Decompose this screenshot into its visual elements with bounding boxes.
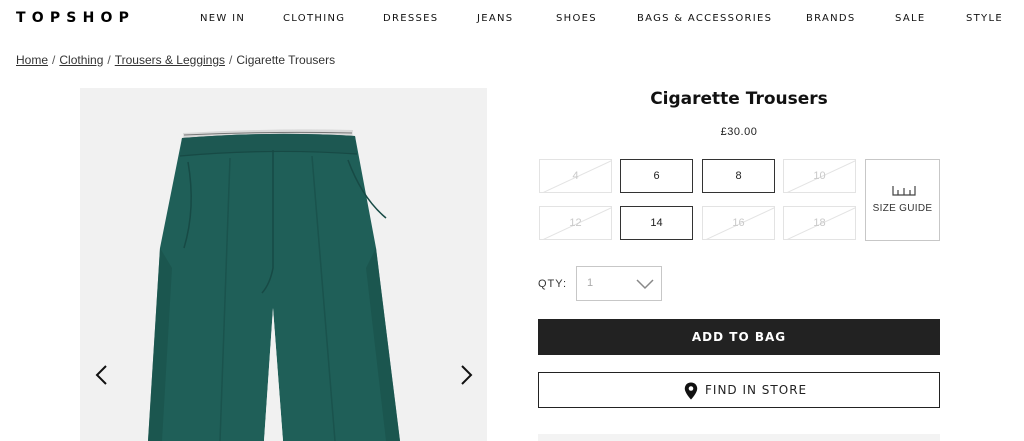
size-option-14[interactable]: 14 <box>620 206 693 240</box>
size-label: 16 <box>732 217 745 229</box>
topshop-logo[interactable]: TOPSHOP <box>16 10 135 26</box>
product-price: £30.00 <box>720 126 758 138</box>
add-to-bag-button[interactable]: ADD TO BAG <box>538 319 940 355</box>
nav-item-jeans[interactable]: JEANS <box>477 13 513 24</box>
ruler-icon <box>892 186 916 196</box>
gallery-next-button[interactable] <box>453 363 477 387</box>
location-pin-icon <box>684 382 698 400</box>
gallery-prev-button[interactable] <box>91 363 115 387</box>
chevron-down-icon <box>636 279 654 290</box>
product-title: Cigarette Trousers <box>650 89 828 109</box>
size-label: 8 <box>735 170 742 182</box>
breadcrumb-separator: / <box>107 53 111 67</box>
size-label: 14 <box>650 217 663 229</box>
size-label: 18 <box>813 217 826 229</box>
breadcrumb-current: Cigarette Trousers <box>236 53 336 67</box>
info-panel-strip <box>538 434 940 441</box>
size-label: 4 <box>572 170 579 182</box>
size-label: 12 <box>569 217 582 229</box>
size-option-6[interactable]: 6 <box>620 159 693 193</box>
chevron-left-icon <box>95 365 107 385</box>
nav-item-sale[interactable]: SALE <box>895 13 925 24</box>
nav-item-new-in[interactable]: NEW IN <box>200 13 245 24</box>
size-option-10: 10 <box>783 159 856 193</box>
size-option-4: 4 <box>539 159 612 193</box>
size-guide-label: SIZE GUIDE <box>872 203 933 214</box>
size-guide-button[interactable]: SIZE GUIDE <box>865 159 940 241</box>
breadcrumb-separator: / <box>52 53 56 67</box>
top-navigation: TOPSHOP NEW IN CLOTHING DRESSES JEANS SH… <box>0 0 1024 38</box>
product-image-gallery[interactable] <box>80 88 487 441</box>
size-label: 6 <box>653 170 660 182</box>
qty-value: 1 <box>587 277 594 289</box>
breadcrumb: Home / Clothing / Trousers & Leggings / Cigare… <box>16 53 335 67</box>
size-option-8[interactable]: 8 <box>702 159 775 193</box>
nav-item-bags-accessories[interactable]: BAGS & ACCESSORIES <box>637 13 772 24</box>
breadcrumb-clothing[interactable]: Clothing <box>59 53 103 67</box>
find-in-store-label: FIND IN STORE <box>705 383 808 397</box>
nav-item-dresses[interactable]: DRESSES <box>383 13 438 24</box>
breadcrumb-home[interactable]: Home <box>16 53 48 67</box>
nav-item-brands[interactable]: BRANDS <box>806 13 856 24</box>
nav-item-style[interactable]: STYLE <box>966 13 1003 24</box>
size-option-18: 18 <box>783 206 856 240</box>
find-in-store-button[interactable]: FIND IN STORE <box>538 372 940 408</box>
size-label: 10 <box>813 170 826 182</box>
product-image-trousers <box>148 129 400 441</box>
nav-item-clothing[interactable]: CLOTHING <box>283 13 345 24</box>
breadcrumb-trousers-leggings[interactable]: Trousers & Leggings <box>115 53 225 67</box>
qty-select[interactable]: 1 <box>576 266 662 301</box>
size-option-12: 12 <box>539 206 612 240</box>
qty-label: QTY: <box>538 278 568 290</box>
chevron-right-icon <box>461 365 473 385</box>
nav-item-shoes[interactable]: SHOES <box>556 13 597 24</box>
breadcrumb-separator: / <box>229 53 233 67</box>
size-option-16: 16 <box>702 206 775 240</box>
